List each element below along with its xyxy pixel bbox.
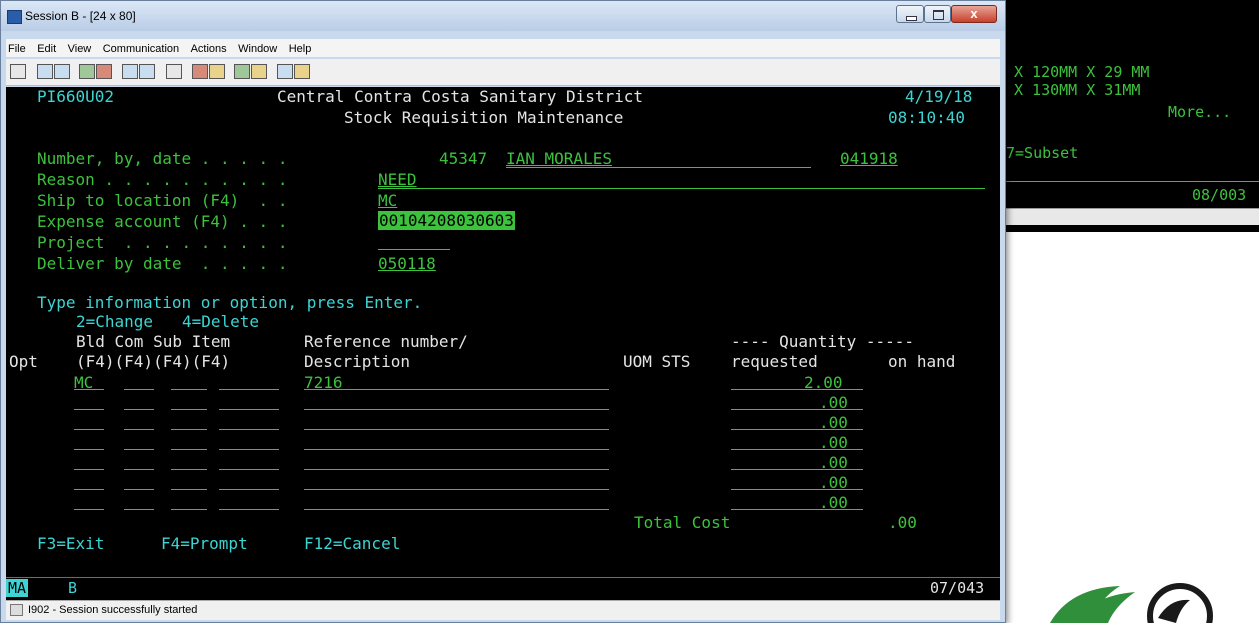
screen-title: Stock Requisition Maintenance [344, 108, 624, 127]
maximize-icon [933, 10, 944, 20]
col-head-description: Description [304, 352, 410, 371]
menu-bar: File Edit View Communication Actions Win… [6, 39, 1000, 57]
function-key-cancel[interactable]: F12=Cancel [304, 534, 400, 553]
col-head-on-hand: on hand [888, 352, 956, 371]
print-icon[interactable] [10, 64, 26, 79]
col-head-requested: requested [731, 352, 818, 371]
send-icon[interactable] [79, 64, 95, 79]
label-expense-account: Expense account (F4) . . . [37, 212, 288, 231]
session-window: Session B - [24 x 80] x File Edit View C… [0, 0, 1006, 623]
terminal-screen[interactable]: PI660U02 Central Contra Costa Sanitary D… [6, 87, 1000, 577]
field-deliver-by[interactable]: 050118 [378, 254, 436, 273]
col-head-f4: (F4)(F4)(F4)(F4) [76, 352, 231, 371]
instructions-text: Type information or option, press Enter. [37, 293, 423, 312]
paste-icon[interactable] [54, 64, 70, 79]
col-head-uom-sts: UOM STS [623, 352, 691, 371]
close-button[interactable]: x [951, 5, 997, 23]
value-request-date[interactable]: 041918 [840, 149, 898, 168]
col-head-opt: Opt [9, 352, 38, 371]
menu-edit[interactable]: Edit [37, 40, 56, 58]
play-icon[interactable] [209, 64, 225, 79]
close-icon: x [970, 6, 978, 21]
requested-by-underline [506, 167, 811, 168]
status-bar: I902 - Session successfully started [6, 600, 1000, 620]
menu-communication[interactable]: Communication [103, 40, 179, 58]
col-head-bld-com-sub-item: Bld Com Sub Item [76, 332, 231, 351]
district-logo [1050, 583, 1213, 623]
display-icon[interactable] [122, 64, 138, 79]
background-separator [1005, 181, 1259, 182]
function-key-prompt[interactable]: F4=Prompt [161, 534, 248, 553]
col-head-reference: Reference number/ [304, 332, 468, 351]
operator-information-area: MA B 07/043 [6, 577, 1000, 600]
oia-mode: MA [6, 579, 29, 597]
toolbar [6, 59, 1000, 86]
background-cursor-pos: 08/003 [1192, 186, 1247, 204]
session-app-icon[interactable] [7, 10, 22, 24]
copy-icon[interactable] [37, 64, 53, 79]
edit-icon[interactable] [294, 64, 310, 79]
title-bar[interactable]: Session B - [24 x 80] x [1, 1, 1005, 31]
session-status-icon [10, 604, 23, 616]
minimize-icon [906, 16, 917, 21]
total-cost-value: .00 [888, 513, 917, 532]
record-icon[interactable] [192, 64, 208, 79]
col-head-quantity: ---- Quantity ----- [731, 332, 915, 351]
map-icon[interactable] [251, 64, 267, 79]
reason-underline [378, 188, 985, 189]
menu-actions[interactable]: Actions [191, 40, 227, 58]
menu-view[interactable]: View [68, 40, 92, 58]
company-name: Central Contra Costa Sanitary District [277, 87, 644, 106]
maximize-button[interactable] [924, 5, 951, 23]
program-id: PI660U02 [37, 87, 115, 106]
function-key-exit[interactable]: F3=Exit [37, 534, 104, 553]
label-ship-to: Ship to location (F4) . . [37, 191, 288, 210]
oia-session: B [68, 579, 78, 597]
receive-icon[interactable] [96, 64, 112, 79]
value-number: 45347 [439, 149, 488, 168]
value-requested-by[interactable]: IAN MORALES [506, 149, 612, 168]
field-project[interactable] [378, 249, 450, 250]
screen-time: 08:10:40 [888, 108, 966, 127]
menu-file[interactable]: File [8, 40, 26, 58]
screen-date: 4/19/18 [905, 87, 973, 106]
oia-cursor-position: 07/043 [930, 579, 985, 597]
background-scrollbar[interactable] [1000, 208, 1259, 225]
label-number: Number, by, date . . . . . [37, 149, 288, 168]
keyboard-icon[interactable] [234, 64, 250, 79]
field-ship-to[interactable]: MC [378, 191, 397, 210]
label-deliver-by: Deliver by date . . . . . [37, 254, 288, 273]
field-reason[interactable]: NEED [378, 170, 417, 189]
status-message: I902 - Session successfully started [28, 604, 198, 616]
background-line-3: More... [1168, 103, 1232, 121]
menu-help[interactable]: Help [289, 40, 312, 58]
field-expense-account[interactable]: 00104208030603 [378, 211, 515, 230]
total-cost-label: Total Cost [634, 513, 731, 532]
globe-icon[interactable] [277, 64, 293, 79]
background-line-1: X 120MM X 29 MM [1014, 63, 1150, 81]
window-title: Session B - [24 x 80] [25, 9, 136, 23]
options-text: 2=Change 4=Delete [76, 312, 260, 331]
label-project: Project . . . . . . . . . [37, 233, 288, 252]
menu-window[interactable]: Window [238, 40, 277, 58]
background-line-4: 7=Subset [1006, 144, 1079, 162]
background-line-2: X 130MM X 31MM [1014, 81, 1141, 99]
display2-icon[interactable] [139, 64, 155, 79]
minimize-button[interactable] [896, 5, 924, 23]
macro-icon[interactable] [166, 64, 182, 79]
label-reason: Reason . . . . . . . . . . [37, 170, 288, 189]
